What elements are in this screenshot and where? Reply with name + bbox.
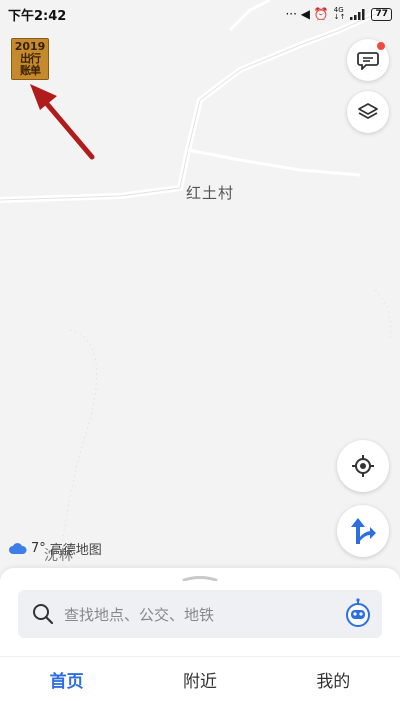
route-arrow-icon xyxy=(351,518,376,544)
layers-icon xyxy=(358,103,378,119)
search-placeholder: 查找地点、公交、地铁 xyxy=(64,605,215,624)
cell-signal-icon xyxy=(350,8,365,20)
route-button[interactable] xyxy=(337,505,389,557)
locate-me-button[interactable] xyxy=(337,440,389,492)
search-icon xyxy=(33,604,54,625)
tab-home[interactable]: 首页 xyxy=(0,657,133,701)
weather-indicator[interactable]: 7° 高德地图 xyxy=(9,539,102,558)
message-icon xyxy=(357,52,379,70)
voice-assistant-icon[interactable] xyxy=(344,598,372,630)
tab-nearby[interactable]: 附近 xyxy=(133,657,266,701)
drag-handle-icon[interactable] xyxy=(182,575,218,581)
notification-icons: ··· ◀ ⏰ xyxy=(285,7,329,21)
amap-logo: 高德地图 xyxy=(49,543,102,558)
status-icons: ··· ◀ ⏰ 4G ↓↑ 77 xyxy=(285,7,392,21)
bottom-sheet: 查找地点、公交、地铁 xyxy=(0,568,400,656)
crosshair-icon xyxy=(352,455,374,477)
cloud-icon xyxy=(9,542,27,554)
layers-button[interactable] xyxy=(347,91,389,133)
annotation-arrow-icon xyxy=(30,84,95,160)
temperature: 7° xyxy=(31,541,46,556)
tab-mine[interactable]: 我的 xyxy=(267,657,400,701)
tab-bar: 首页 附近 我的 xyxy=(0,656,400,701)
search-bar[interactable]: 查找地点、公交、地铁 xyxy=(18,590,382,638)
signal-icon: 4G ↓↑ xyxy=(333,6,346,21)
notification-dot xyxy=(377,42,385,50)
place-label-village: 红土村 xyxy=(186,184,235,202)
battery-icon: 77 xyxy=(371,7,392,21)
message-button[interactable] xyxy=(347,39,389,81)
